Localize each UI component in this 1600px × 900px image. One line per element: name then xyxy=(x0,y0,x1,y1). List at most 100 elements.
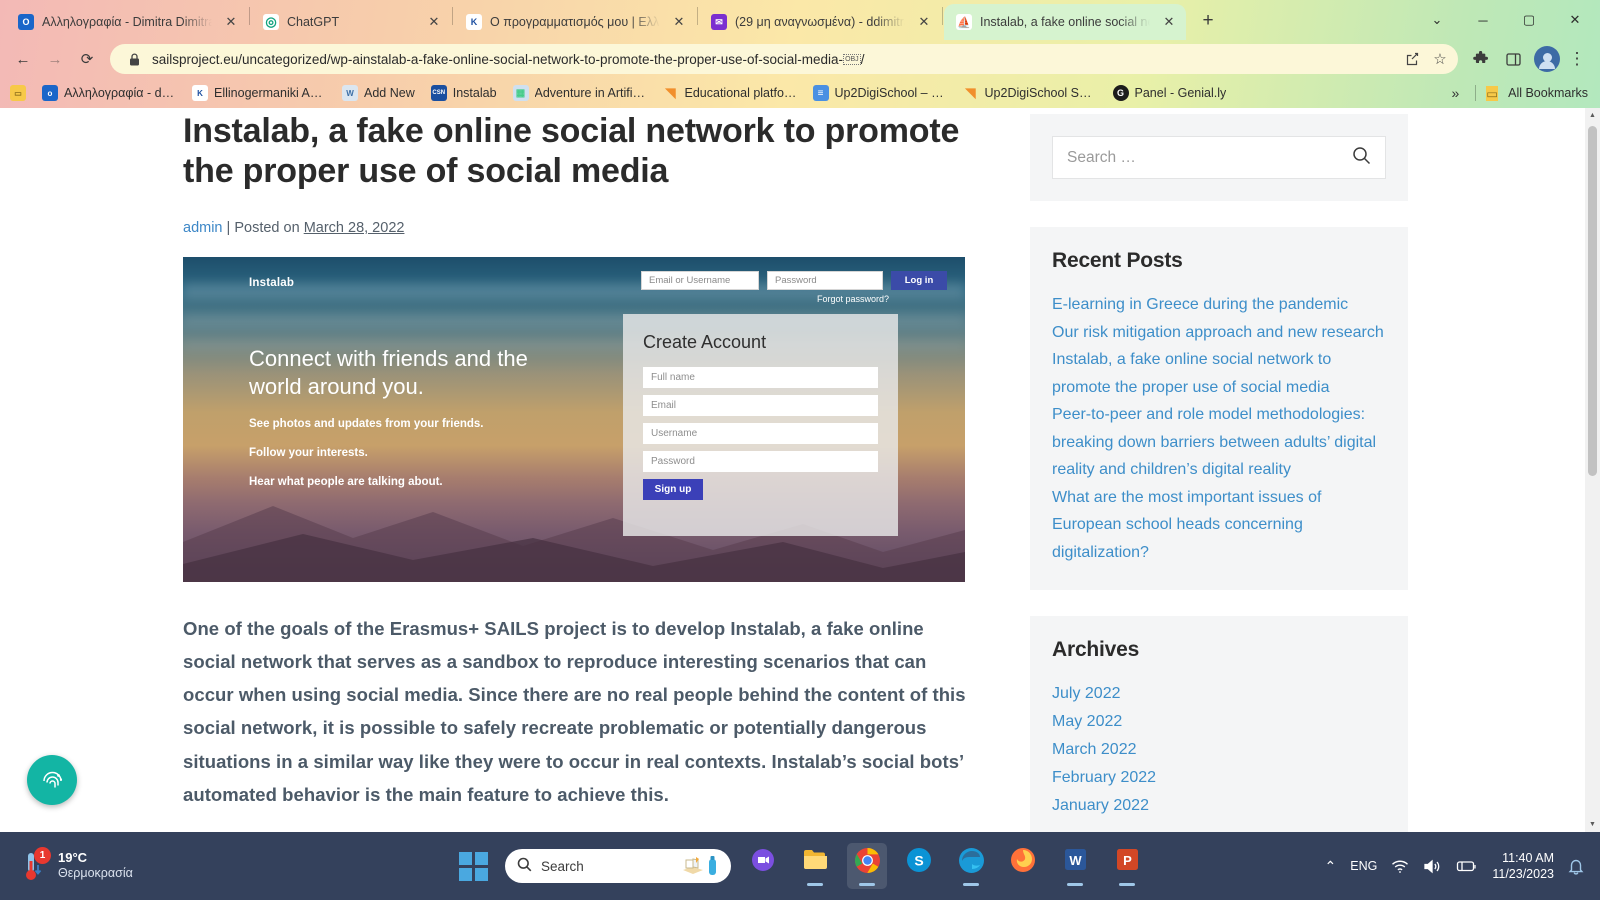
hero-bullet: See photos and updates from your friends… xyxy=(249,417,484,430)
app-running-indicator xyxy=(859,883,875,886)
bookmark-item-add-new[interactable]: W Add New xyxy=(335,82,422,104)
tray-chevron-up-icon[interactable]: ⌃ xyxy=(1325,858,1337,875)
microsoft-word-icon[interactable]: W xyxy=(1055,843,1095,889)
microsoft-edge-icon[interactable] xyxy=(951,843,991,889)
recent-post-link[interactable]: Instalab, a fake online social network t… xyxy=(1052,346,1386,401)
address-bar[interactable]: sailsproject.eu/uncategorized/wp-ainstal… xyxy=(110,44,1458,74)
scroll-down-arrow-icon[interactable]: ▼ xyxy=(1585,817,1600,832)
weather-text: 19°C Θερμοκρασία xyxy=(58,850,133,882)
tab-programmatismos[interactable]: K Ο προγραμματισμός μου | Ελλη ✕ xyxy=(454,4,696,40)
clock[interactable]: 11:40 AM 11/23/2023 xyxy=(1492,850,1554,883)
hero-bullet: Follow your interests. xyxy=(249,446,368,459)
list-item: July 2022 xyxy=(1052,680,1386,708)
bell-icon[interactable] xyxy=(1568,858,1584,875)
battery-icon[interactable] xyxy=(1456,859,1478,873)
tab-divider xyxy=(249,6,250,25)
browser-menu-icon[interactable]: ⋮ xyxy=(1562,44,1592,74)
tab-mail-unread[interactable]: ✉ (29 μη αναγνωσμένα) - ddimitra ✕ xyxy=(699,4,941,40)
bookmark-item-adventure-ai[interactable]: ▦ Adventure in Artifici... xyxy=(506,82,654,104)
hero-bullet: Hear what people are talking about. xyxy=(249,475,443,488)
close-icon[interactable]: ✕ xyxy=(425,13,443,31)
bookmark-item[interactable]: ▭ xyxy=(8,82,33,104)
forward-icon[interactable]: → xyxy=(40,44,70,74)
share-icon[interactable] xyxy=(1402,49,1422,69)
page-viewport: Instalab, a fake online social network t… xyxy=(0,108,1600,832)
scroll-up-arrow-icon[interactable]: ▲ xyxy=(1585,108,1600,123)
extensions-icon[interactable] xyxy=(1466,44,1496,74)
bookmark-item-instalab[interactable]: CSN Instalab xyxy=(424,82,504,104)
archive-link[interactable]: May 2022 xyxy=(1052,708,1386,736)
close-window-button[interactable]: ✕ xyxy=(1552,3,1598,37)
new-tab-button[interactable]: + xyxy=(1194,7,1222,35)
taskbar-search[interactable]: Search xyxy=(505,849,731,883)
side-panel-icon[interactable] xyxy=(1498,44,1528,74)
password-field: Password xyxy=(767,270,883,290)
author-link[interactable]: admin xyxy=(183,220,223,236)
accessibility-widget-button[interactable] xyxy=(27,755,77,805)
search-placeholder: Search … xyxy=(1067,148,1136,166)
search-illustration xyxy=(681,855,719,877)
microsoft-powerpoint-icon[interactable]: P xyxy=(1107,843,1147,889)
bookmark-item-ellinogermaniki[interactable]: K Ellinogermaniki Ag... xyxy=(185,82,333,104)
archive-link[interactable]: July 2022 xyxy=(1052,680,1386,708)
search-icon[interactable] xyxy=(1352,146,1371,170)
bookmark-star-icon[interactable]: ☆ xyxy=(1430,49,1450,69)
sails-icon: ⛵ xyxy=(956,14,972,30)
bookmarks-overflow-icon[interactable]: » xyxy=(1446,85,1466,101)
folder-icon: ▭ xyxy=(10,85,26,101)
scrollbar-thumb[interactable] xyxy=(1588,126,1597,476)
svg-text:P: P xyxy=(1123,853,1132,868)
bookmark-item-up2digischool-survey[interactable]: ◥ Up2DigiSchool Surv... xyxy=(956,82,1104,104)
recent-post-link[interactable]: Our risk mitigation approach and new res… xyxy=(1052,319,1386,347)
recent-post-link[interactable]: Peer-to-peer and role model methodologie… xyxy=(1052,401,1386,484)
webex-icon[interactable] xyxy=(743,843,783,889)
file-explorer-icon[interactable] xyxy=(795,843,835,889)
volume-icon[interactable] xyxy=(1423,859,1442,874)
chevron-down-icon[interactable]: ⌄ xyxy=(1414,3,1460,37)
skype-icon[interactable]: S xyxy=(899,843,939,889)
weather-widget[interactable]: 1 19°C Θερμοκρασία xyxy=(0,847,133,883)
reload-icon[interactable]: ⟳ xyxy=(72,44,102,74)
ellinogermaniki-icon: K xyxy=(466,14,482,30)
archive-link[interactable]: January 2022 xyxy=(1052,792,1386,820)
sidebar: Search … Recent Posts E-learning in Gree… xyxy=(1030,108,1408,832)
tab-label: Instalab, a fake online social net xyxy=(980,15,1150,29)
folder-icon: ▭ xyxy=(1486,85,1499,101)
archive-link[interactable]: March 2022 xyxy=(1052,736,1386,764)
tab-outlook[interactable]: O Αλληλογραφία - Dimitra Dimitra ✕ xyxy=(6,4,248,40)
close-icon[interactable]: ✕ xyxy=(1160,13,1178,31)
google-chrome-icon[interactable] xyxy=(847,843,887,889)
all-bookmarks-label[interactable]: All Bookmarks xyxy=(1508,86,1588,100)
avatar[interactable] xyxy=(1534,46,1560,72)
bookmark-item-genially[interactable]: G Panel - Genial.ly xyxy=(1106,82,1234,104)
close-icon[interactable]: ✕ xyxy=(222,13,240,31)
maximize-button[interactable]: ▢ xyxy=(1506,3,1552,37)
windows-start-icon[interactable] xyxy=(453,846,493,886)
archive-link[interactable]: February 2022 xyxy=(1052,764,1386,792)
search-widget: Search … xyxy=(1030,114,1408,201)
tab-divider xyxy=(942,6,943,25)
wifi-icon[interactable] xyxy=(1391,859,1409,874)
recent-posts-heading: Recent Posts xyxy=(1052,249,1183,272)
minimize-button[interactable]: ─ xyxy=(1460,3,1506,37)
search-input[interactable]: Search … xyxy=(1052,136,1386,179)
bookmark-item-educational-platform[interactable]: ◥ Educational platfor... xyxy=(656,82,804,104)
bookmark-item-mail[interactable]: o Αλληλογραφία - dd... xyxy=(35,82,183,104)
post-date[interactable]: March 28, 2022 xyxy=(304,220,405,236)
vertical-scrollbar[interactable]: ▲ ▼ xyxy=(1585,108,1600,832)
back-icon[interactable]: ← xyxy=(8,44,38,74)
obj-replacement-glyph: OBJ xyxy=(843,54,861,66)
app-running-indicator xyxy=(963,883,979,886)
genially-icon: G xyxy=(1112,85,1129,101)
close-icon[interactable]: ✕ xyxy=(670,13,688,31)
tab-instalab[interactable]: ⛵ Instalab, a fake online social net ✕ xyxy=(944,4,1186,40)
recent-post-link[interactable]: What are the most important issues of Eu… xyxy=(1052,484,1386,567)
chatgpt-icon: ◎ xyxy=(263,14,279,30)
tab-chatgpt[interactable]: ◎ ChatGPT ✕ xyxy=(251,4,451,40)
bookmark-item-up2digischool[interactable]: ≡ Up2DigiSchool – 2n... xyxy=(806,82,954,104)
recent-post-link[interactable]: E-learning in Greece during the pandemic xyxy=(1052,291,1386,319)
language-indicator[interactable]: ENG xyxy=(1350,859,1377,873)
close-icon[interactable]: ✕ xyxy=(915,13,933,31)
firefox-icon[interactable] xyxy=(1003,843,1043,889)
archives-widget: Archives July 2022 May 2022 March 2022 F… xyxy=(1030,616,1408,832)
